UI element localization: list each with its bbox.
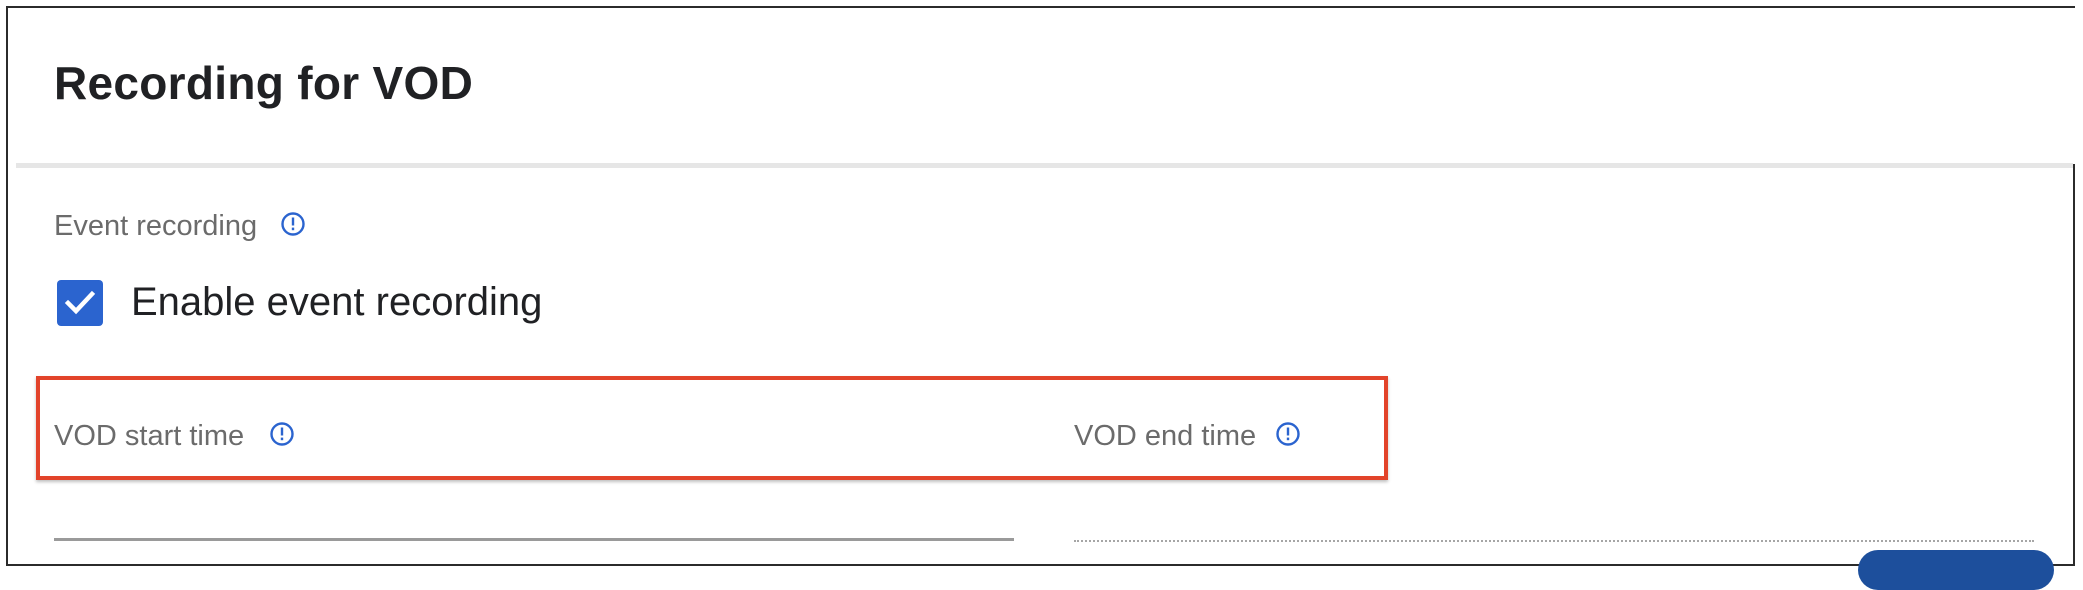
header-divider bbox=[16, 163, 2073, 168]
page-title: Recording for VOD bbox=[54, 57, 474, 109]
event-recording-label: Event recording bbox=[54, 210, 258, 242]
vod-end-time-input[interactable] bbox=[1074, 540, 2034, 542]
bottom-action-button[interactable] bbox=[1858, 550, 2054, 590]
vod-end-time-info-icon[interactable] bbox=[1275, 421, 1301, 447]
vod-start-time-info-icon[interactable] bbox=[269, 421, 295, 447]
vod-start-time-label: VOD start time bbox=[54, 420, 245, 452]
vod-start-time-input[interactable] bbox=[54, 538, 1014, 541]
event-recording-info-icon[interactable] bbox=[280, 211, 306, 237]
enable-event-recording-label[interactable]: Enable event recording bbox=[131, 280, 542, 325]
vod-end-time-label: VOD end time bbox=[1074, 420, 1257, 452]
enable-event-recording-checkbox[interactable] bbox=[57, 280, 103, 326]
